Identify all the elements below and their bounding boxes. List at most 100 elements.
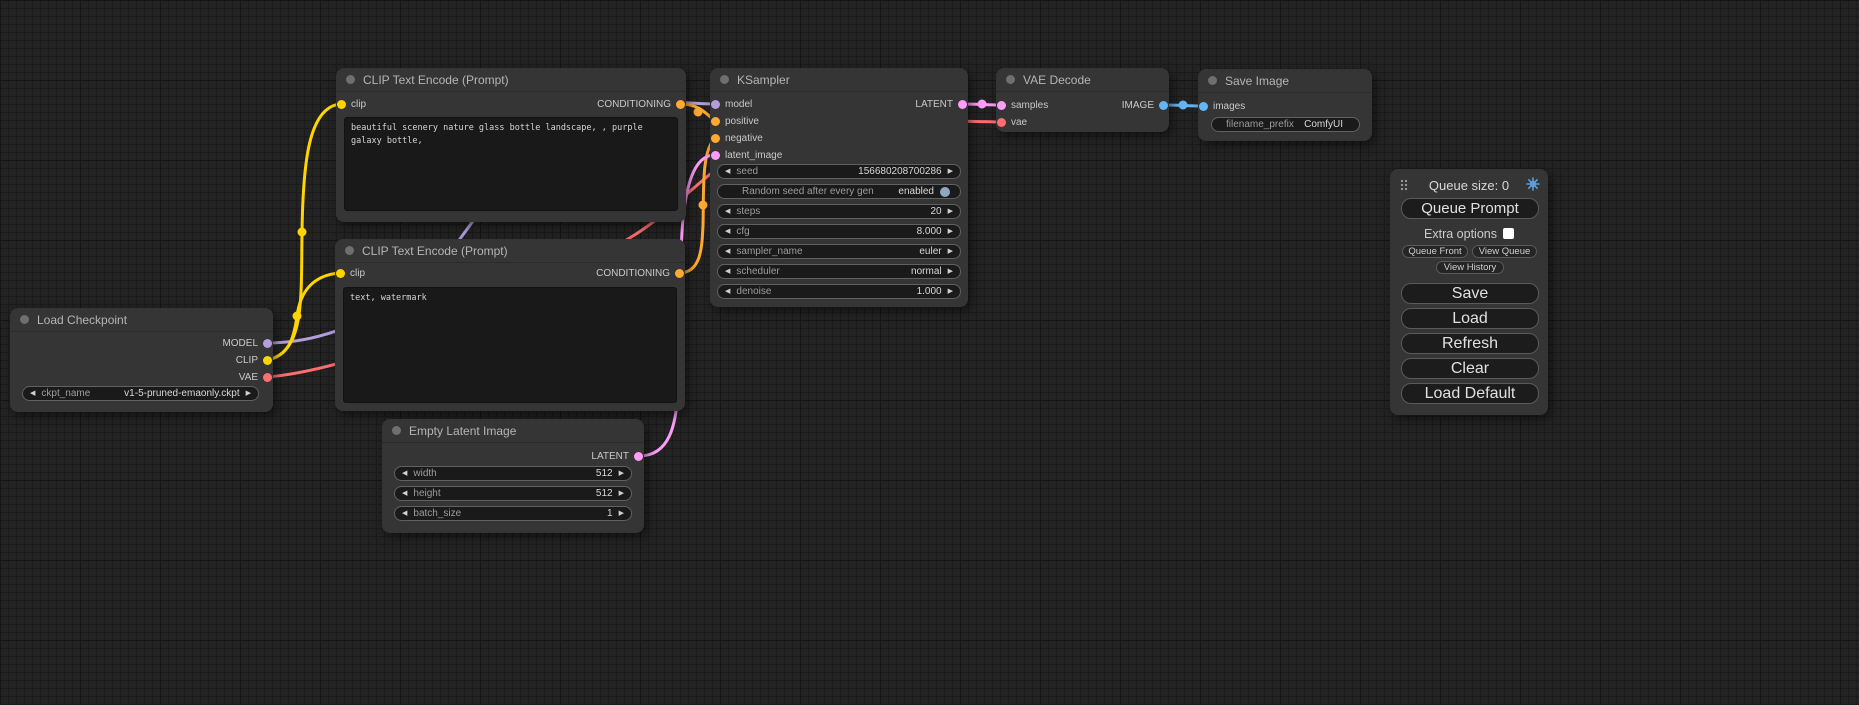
widget-denoise[interactable]: ◀ denoise 1.000 ▶ [717,284,961,299]
decrement-arrow-icon[interactable]: ◀ [725,288,730,295]
conditioning-output-dot[interactable] [675,269,684,278]
output-slot-latent[interactable]: LATENT [915,97,967,111]
decrement-arrow-icon[interactable]: ◀ [402,490,407,497]
input-slot-model[interactable]: model [711,97,752,111]
node-title-bar[interactable]: Empty Latent Image [382,419,644,443]
input-slot-samples[interactable]: samples [997,98,1048,112]
increment-arrow-icon[interactable]: ▶ [948,208,953,215]
node-save-image[interactable]: Save Image images filename_prefix ComfyU… [1198,69,1372,141]
node-title-bar[interactable]: KSampler [710,68,968,92]
collapse-dot-icon[interactable] [345,246,354,255]
node-vae-decode[interactable]: VAE Decode samples vae IMAGE [996,68,1169,132]
node-graph-canvas[interactable]: Load Checkpoint MODEL CLIP VAE ◀ ckpt_na… [0,0,1859,705]
increment-arrow-icon[interactable]: ▶ [948,268,953,275]
collapse-dot-icon[interactable] [1208,76,1217,85]
output-slot-model[interactable]: MODEL [222,336,272,350]
input-slot-positive[interactable]: positive [711,114,759,128]
node-empty-latent-image[interactable]: Empty Latent Image LATENT ◀ width 512 ▶ … [382,419,644,533]
conditioning-input-dot[interactable] [711,134,720,143]
input-slot-negative[interactable]: negative [711,131,763,145]
node-clip-text-encode-positive[interactable]: CLIP Text Encode (Prompt) clip CONDITION… [336,68,686,222]
input-slot-images[interactable]: images [1199,99,1245,113]
conditioning-input-dot[interactable] [711,117,720,126]
decrement-arrow-icon[interactable]: ◀ [725,268,730,275]
output-slot-vae[interactable]: VAE [239,370,272,384]
positive-prompt-textarea[interactable]: beautiful scenery nature glass bottle la… [344,117,678,211]
view-history-button[interactable]: View History [1436,261,1504,274]
widget-scheduler[interactable]: ◀ scheduler normal ▶ [717,264,961,279]
output-slot-image[interactable]: IMAGE [1122,98,1168,112]
conditioning-output-dot[interactable] [676,100,685,109]
node-load-checkpoint[interactable]: Load Checkpoint MODEL CLIP VAE ◀ ckpt_na… [10,308,273,412]
decrement-arrow-icon[interactable]: ◀ [725,208,730,215]
increment-arrow-icon[interactable]: ▶ [948,228,953,235]
decrement-arrow-icon[interactable]: ◀ [725,248,730,255]
toggle-dot-icon[interactable] [940,187,950,197]
decrement-arrow-icon[interactable]: ◀ [725,228,730,235]
clip-input-dot[interactable] [337,100,346,109]
node-title-bar[interactable]: CLIP Text Encode (Prompt) [335,239,685,263]
widget-seed[interactable]: ◀ seed 156680208700286 ▶ [717,164,961,179]
output-slot-latent[interactable]: LATENT [591,449,643,463]
image-input-dot[interactable] [1199,102,1208,111]
input-slot-clip[interactable]: clip [337,97,366,111]
save-button[interactable]: Save [1401,283,1539,304]
load-default-button[interactable]: Load Default [1401,383,1539,404]
load-button[interactable]: Load [1401,308,1539,329]
widget-cfg[interactable]: ◀ cfg 8.000 ▶ [717,224,961,239]
widget-sampler-name[interactable]: ◀ sampler_name euler ▶ [717,244,961,259]
node-title-bar[interactable]: Load Checkpoint [10,308,273,332]
input-slot-latent-image[interactable]: latent_image [711,148,782,162]
widget-batch-size[interactable]: ◀ batch_size 1 ▶ [394,506,632,521]
collapse-dot-icon[interactable] [392,426,401,435]
model-input-dot[interactable] [711,100,720,109]
increment-arrow-icon[interactable]: ▶ [948,168,953,175]
collapse-dot-icon[interactable] [20,315,29,324]
output-slot-clip[interactable]: CLIP [236,353,272,367]
widget-random-seed-toggle[interactable]: Random seed after every gen enabled [717,184,961,199]
increment-arrow-icon[interactable]: ▶ [246,390,251,397]
refresh-button[interactable]: Refresh [1401,333,1539,354]
node-title-bar[interactable]: CLIP Text Encode (Prompt) [336,68,686,92]
widget-ckpt-name[interactable]: ◀ ckpt_name v1-5-pruned-emaonly.ckpt ▶ [22,386,259,401]
latent-input-dot[interactable] [711,151,720,160]
vae-output-dot[interactable] [263,373,272,382]
latent-output-dot[interactable] [958,100,967,109]
collapse-dot-icon[interactable] [720,75,729,84]
model-output-dot[interactable] [263,339,272,348]
latent-input-dot[interactable] [997,101,1006,110]
widget-width[interactable]: ◀ width 512 ▶ [394,466,632,481]
widget-filename-prefix[interactable]: filename_prefix ComfyUI [1211,117,1360,132]
decrement-arrow-icon[interactable]: ◀ [30,390,35,397]
settings-gear-icon[interactable] [1526,177,1540,191]
vae-input-dot[interactable] [997,118,1006,127]
queue-prompt-button[interactable]: Queue Prompt [1401,198,1539,219]
clip-output-dot[interactable] [263,356,272,365]
extra-options-checkbox[interactable] [1503,228,1514,239]
negative-prompt-textarea[interactable]: text, watermark [343,287,677,403]
increment-arrow-icon[interactable]: ▶ [948,288,953,295]
decrement-arrow-icon[interactable]: ◀ [402,510,407,517]
increment-arrow-icon[interactable]: ▶ [619,490,624,497]
latent-output-dot[interactable] [634,452,643,461]
widget-steps[interactable]: ◀ steps 20 ▶ [717,204,961,219]
node-ksampler[interactable]: KSampler model positive negative latent_… [710,68,968,307]
increment-arrow-icon[interactable]: ▶ [619,510,624,517]
decrement-arrow-icon[interactable]: ◀ [725,168,730,175]
clip-input-dot[interactable] [336,269,345,278]
queue-front-button[interactable]: Queue Front [1402,245,1468,258]
increment-arrow-icon[interactable]: ▶ [619,470,624,477]
widget-height[interactable]: ◀ height 512 ▶ [394,486,632,501]
input-slot-clip[interactable]: clip [336,266,365,280]
increment-arrow-icon[interactable]: ▶ [948,248,953,255]
image-output-dot[interactable] [1159,101,1168,110]
output-slot-conditioning[interactable]: CONDITIONING [596,266,684,280]
node-title-bar[interactable]: Save Image [1198,69,1372,93]
node-title-bar[interactable]: VAE Decode [996,68,1169,92]
clear-button[interactable]: Clear [1401,358,1539,379]
collapse-dot-icon[interactable] [1006,75,1015,84]
node-clip-text-encode-negative[interactable]: CLIP Text Encode (Prompt) clip CONDITION… [335,239,685,411]
collapse-dot-icon[interactable] [346,75,355,84]
view-queue-button[interactable]: View Queue [1472,245,1537,258]
input-slot-vae[interactable]: vae [997,115,1027,129]
